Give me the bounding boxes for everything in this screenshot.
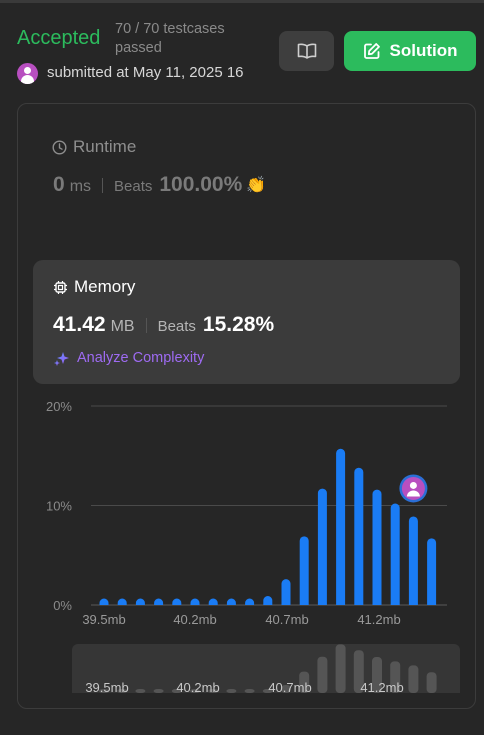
mini-bar bbox=[153, 689, 164, 693]
mini-bar bbox=[135, 689, 146, 693]
mini-bar bbox=[317, 656, 328, 693]
mini-bar bbox=[426, 672, 437, 693]
mini-bar bbox=[408, 665, 419, 693]
mini-bar bbox=[244, 689, 255, 693]
mini-x-tick-label: 40.7mb bbox=[268, 680, 311, 695]
mini-distribution-chart: 39.5mb 40.2mb 40.7mb 41.2mb bbox=[85, 644, 437, 695]
mini-bar bbox=[335, 644, 346, 693]
mini-bar bbox=[226, 689, 237, 693]
mini-x-tick-label: 40.2mb bbox=[176, 680, 219, 695]
mini-x-tick-label: 41.2mb bbox=[360, 680, 403, 695]
mini-x-tick-label: 39.5mb bbox=[85, 680, 128, 695]
